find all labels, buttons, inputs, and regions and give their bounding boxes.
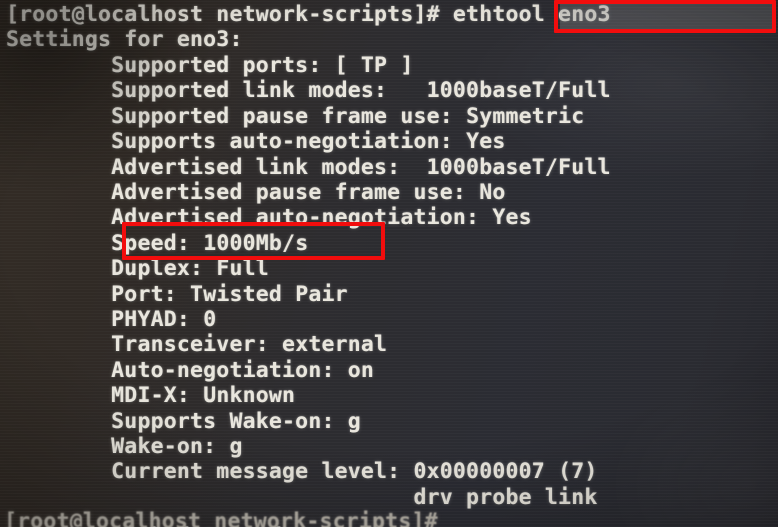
output-line-label: Advertised pause frame use: <box>111 180 467 205</box>
output-line-value: 1000baseT/Full <box>426 154 611 180</box>
output-line-label: Supported link modes: <box>111 78 388 104</box>
prompt-text: [root@localhost network-scripts]# <box>6 2 453 27</box>
output-line: Supports auto-negotiation: Yes <box>6 129 506 154</box>
bottom-prompt-text: [root@localhost network-scripts]# <box>4 509 438 527</box>
output-line: Supported link modes: 1000baseT/Full <box>6 78 611 103</box>
output-line-label: Wake-on: <box>111 434 217 459</box>
output-line-label: Advertised link modes: <box>111 154 401 180</box>
output-line: Current message level: 0x00000007 (7) <box>6 459 598 484</box>
output-line: Auto-negotiation: on <box>6 358 374 383</box>
output-line-value: g <box>347 408 361 434</box>
output-line-value: Yes <box>466 129 506 155</box>
output-line-label: Supported ports: <box>111 53 322 78</box>
output-line-value: 0 <box>203 307 217 332</box>
output-line: MDI-X: Unknown <box>6 383 295 408</box>
prompt-line-top[interactable]: [root@localhost network-scripts]# ethtoo… <box>6 2 611 27</box>
terminal-screenshot: [root@localhost network-scripts]# ethtoo… <box>0 0 778 527</box>
output-line-value: Twisted Pair <box>190 281 348 307</box>
output-line-label: Port: <box>111 281 177 307</box>
output-line: Transceiver: external <box>6 332 387 357</box>
output-line-value: Yes <box>492 205 532 231</box>
output-line-label: Auto-negotiation: <box>111 357 335 383</box>
output-line-label: MDI-X: <box>111 383 191 409</box>
output-line: Advertised link modes: 1000baseT/Full <box>6 155 611 180</box>
output-line-label: PHYAD: <box>111 307 191 332</box>
output-line-value: external <box>282 332 388 358</box>
output-line: Supported pause frame use: Symmetric <box>6 104 584 129</box>
output-line: Supported ports: [ TP ] <box>6 53 414 78</box>
settings-header-line: Settings for eno3: <box>6 27 243 52</box>
output-line-value: drv probe link <box>413 484 598 510</box>
output-line-label: Transceiver: <box>111 332 269 358</box>
output-line: drv probe link <box>6 485 598 510</box>
output-line-value: 0x00000007 (7) <box>413 459 598 485</box>
command-highlight-box <box>554 0 776 33</box>
output-line-label: Current message level: <box>111 459 401 485</box>
output-line-value: Unknown <box>203 383 296 409</box>
output-line: Advertised pause frame use: No <box>6 180 506 205</box>
output-line-label: Supported pause frame use: <box>111 103 453 129</box>
output-line-value: g <box>229 434 243 459</box>
output-line-value: 1000baseT/Full <box>426 78 611 104</box>
output-line: PHYAD: 0 <box>6 307 216 332</box>
output-line: Port: Twisted Pair <box>6 282 348 307</box>
prompt-line-bottom[interactable]: [root@localhost network-scripts]# <box>4 509 438 527</box>
output-line-value: [ TP ] <box>334 53 414 78</box>
terminal-console[interactable]: [root@localhost network-scripts]# ethtoo… <box>0 0 778 527</box>
output-line-value: on <box>347 357 375 383</box>
output-line-label: Supports auto-negotiation: <box>111 129 453 155</box>
output-line: Supports Wake-on: g <box>6 409 361 434</box>
speed-highlight-box <box>122 222 385 260</box>
output-line-label: Supports Wake-on: <box>111 408 335 434</box>
settings-header-text: Settings for eno3: <box>6 27 243 52</box>
output-line-value: Symmetric <box>466 103 585 129</box>
output-line-value: No <box>479 180 506 205</box>
output-line: Wake-on: g <box>6 434 243 459</box>
